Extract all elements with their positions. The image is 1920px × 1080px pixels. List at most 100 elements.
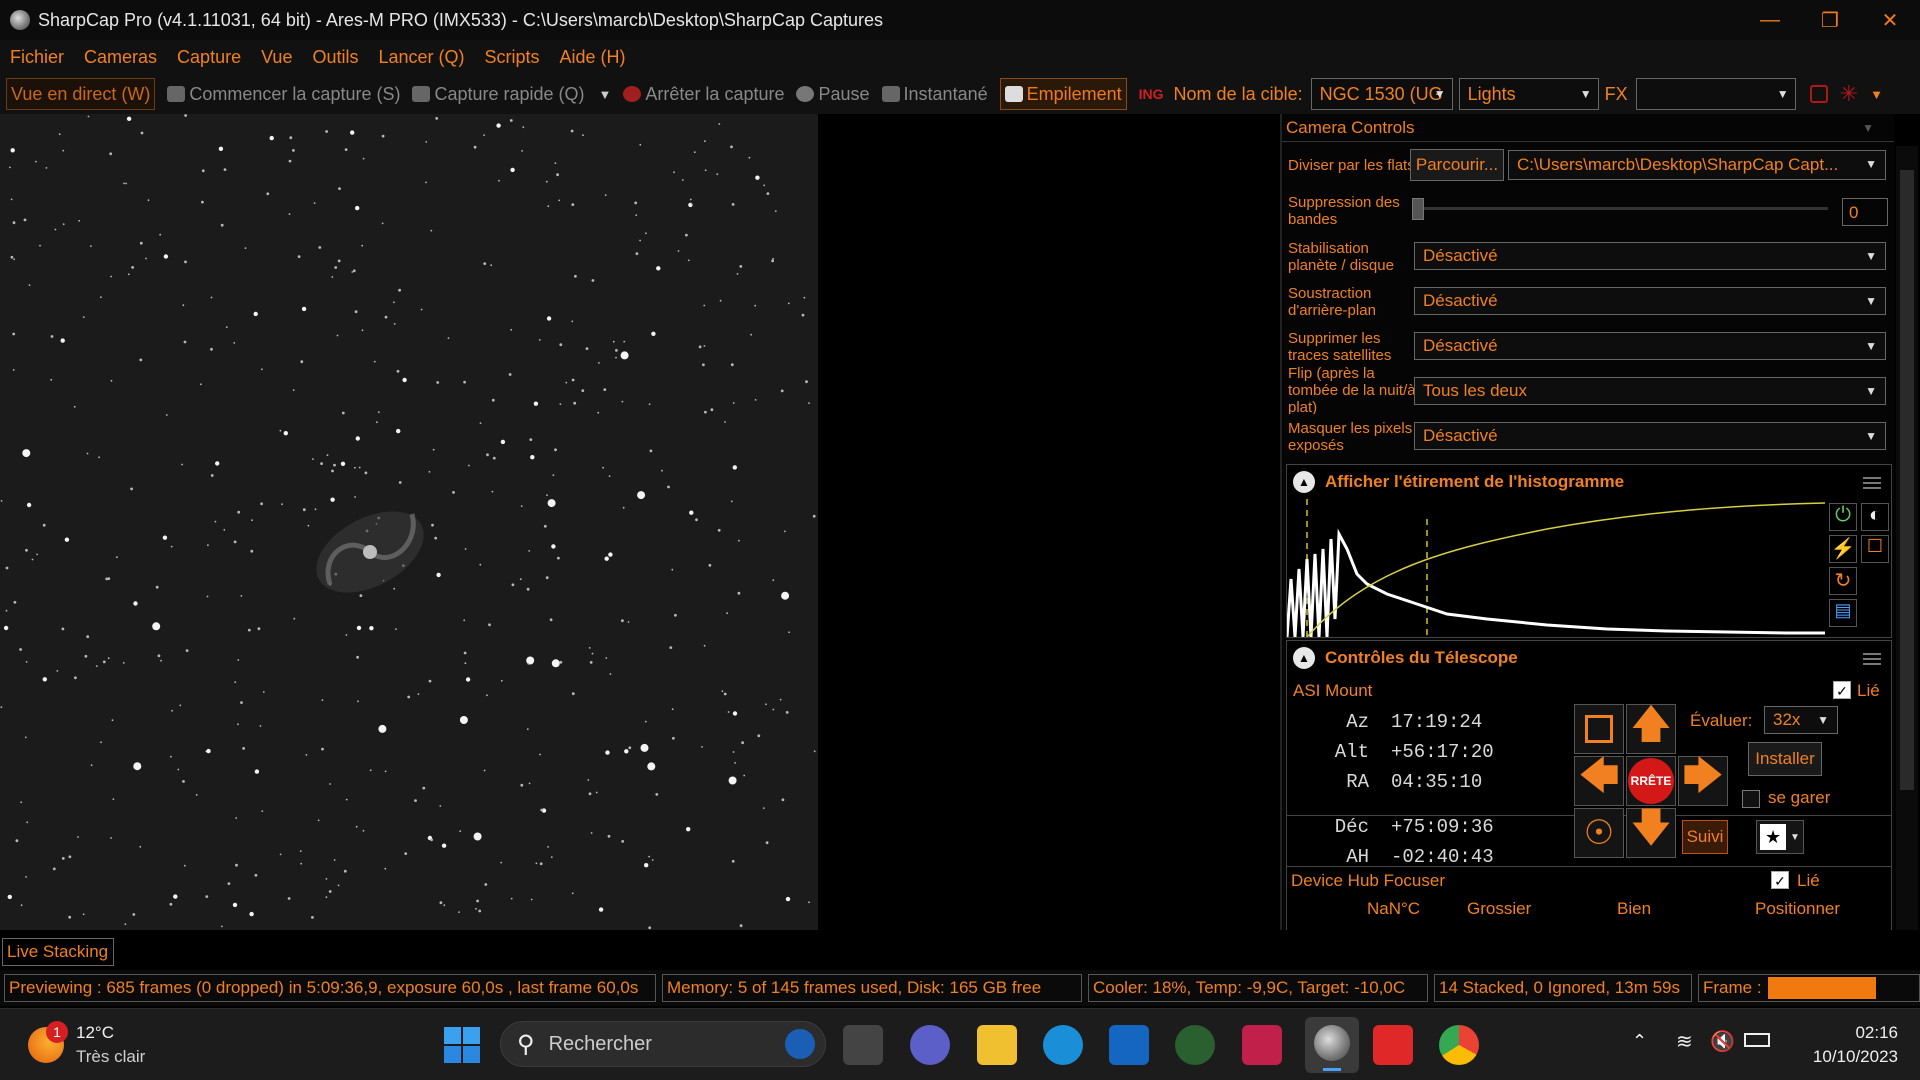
menu-scripts[interactable]: Scripts — [485, 47, 540, 68]
volume-muted-icon[interactable]: 🔇 — [1710, 1029, 1735, 1054]
mount-linked-checkbox[interactable]: ✓ — [1833, 681, 1851, 699]
menu-fichier[interactable]: Fichier — [10, 47, 64, 68]
chevron-down-icon[interactable]: ▼ — [1870, 87, 1883, 102]
edge-icon[interactable] — [1043, 1025, 1083, 1065]
astrophotography-tool-icon[interactable] — [1242, 1025, 1282, 1065]
battery-icon[interactable] — [1744, 1033, 1770, 1047]
quick-capture-label: Capture rapide (Q) — [434, 83, 585, 104]
background-dropdown[interactable]: Désactivé ▼ — [1414, 287, 1886, 315]
star — [621, 840, 625, 843]
banding-value-input[interactable]: 0 — [1842, 198, 1888, 226]
pause-button[interactable]: Pause — [796, 78, 870, 110]
windows-start-icon[interactable] — [442, 1025, 482, 1065]
star — [526, 587, 530, 591]
star — [343, 869, 347, 873]
quick-capture-button[interactable]: Capture rapide (Q) ▼ — [412, 78, 611, 110]
star — [628, 746, 632, 750]
star — [701, 746, 703, 748]
menu-lancer[interactable]: Lancer (Q) — [378, 47, 464, 68]
save-icon[interactable]: ▤ — [1829, 599, 1857, 627]
star — [35, 160, 37, 163]
arrow-up-icon[interactable]: 🡅 — [1626, 702, 1676, 754]
collapse-icon[interactable]: ▲ — [1293, 647, 1315, 669]
stabilization-dropdown[interactable]: Désactivé ▼ — [1414, 242, 1886, 270]
menu-icon[interactable] — [1863, 653, 1881, 665]
minimize-button[interactable]: — — [1740, 0, 1800, 40]
star — [133, 601, 138, 606]
tracking-button[interactable]: Suivi — [1682, 820, 1728, 854]
star — [771, 259, 774, 263]
menu-cameras[interactable]: Cameras — [84, 47, 157, 68]
power-icon[interactable]: ⏻ — [1829, 503, 1857, 531]
contrast-icon[interactable]: ◐ — [1861, 503, 1889, 531]
histogram-plot[interactable] — [1287, 499, 1827, 637]
restore-button[interactable]: ❐ — [1800, 0, 1860, 40]
target-icon[interactable]: ☉ — [1574, 808, 1624, 858]
rate-dropdown[interactable]: 32x ▼ — [1764, 706, 1838, 734]
phd2-icon[interactable] — [1175, 1025, 1215, 1065]
chevron-down-icon[interactable]: ▼ — [599, 87, 612, 102]
arrow-down-icon[interactable]: 🡇 — [1626, 806, 1676, 858]
close-button[interactable]: ✕ — [1860, 0, 1920, 40]
menu-outils[interactable]: Outils — [312, 47, 358, 68]
chevron-up-icon[interactable]: ⌃ — [1632, 1031, 1647, 1052]
microsoft-store-icon[interactable] — [1109, 1025, 1149, 1065]
chevron-down-icon[interactable]: ▼ — [1862, 121, 1874, 135]
stop-capture-button[interactable]: Arrêter la capture — [623, 78, 784, 110]
star — [86, 635, 90, 639]
arrow-left-icon[interactable]: 🡄 — [1574, 754, 1624, 806]
park-checkbox[interactable] — [1742, 790, 1760, 808]
install-button[interactable]: Installer — [1748, 742, 1822, 776]
panel-scrollbar[interactable] — [1896, 146, 1918, 930]
chrome-icon[interactable] — [1439, 1025, 1479, 1065]
sharpcap-taskbar-active[interactable] — [1305, 1017, 1359, 1073]
live-preview-image[interactable] — [0, 114, 818, 930]
flats-path-dropdown[interactable]: C:\Users\marcb\Desktop\SharpCap Capt... ▼ — [1508, 150, 1886, 180]
menu-capture[interactable]: Capture — [177, 47, 241, 68]
title-bar: SharpCap Pro (v4.1.11031, 64 bit) - Ares… — [0, 0, 1920, 40]
flip-dropdown[interactable]: Tous les deux ▼ — [1414, 377, 1886, 405]
file-explorer-icon[interactable] — [977, 1025, 1017, 1065]
record-icon[interactable] — [1809, 85, 1828, 103]
stacking-button[interactable]: Empilement — [999, 78, 1127, 110]
task-view-icon[interactable] — [843, 1025, 883, 1065]
menu-aide[interactable]: Aide (H) — [560, 47, 626, 68]
scrollbar-thumb[interactable] — [1900, 170, 1914, 790]
arrow-right-icon[interactable]: 🡆 — [1678, 754, 1728, 806]
wifi-icon[interactable]: ≋ — [1676, 1029, 1693, 1054]
star — [728, 776, 737, 785]
focuser-linked-checkbox[interactable]: ✓ — [1771, 871, 1789, 889]
reset-icon[interactable]: ↻ — [1829, 567, 1857, 595]
menu-vue[interactable]: Vue — [261, 47, 292, 68]
star — [307, 524, 310, 527]
collapse-icon[interactable]: ▲ — [1293, 471, 1315, 493]
live-view-button[interactable]: Vue en direct (W) — [6, 78, 156, 110]
tracking-rate-dropdown[interactable]: ★ ▼ — [1756, 820, 1804, 854]
live-stacking-tab[interactable]: Live Stacking — [2, 938, 114, 966]
fx-dropdown[interactable]: ▼ — [1635, 78, 1796, 110]
teams-chat-icon[interactable] — [910, 1025, 950, 1065]
anydesk-icon[interactable] — [1373, 1025, 1413, 1065]
frame-type-dropdown[interactable]: Lights ▼ — [1458, 78, 1599, 110]
start-capture-button[interactable]: Commencer la capture (S) — [167, 78, 400, 110]
clock-date[interactable]: 10/10/2023 — [1798, 1047, 1898, 1067]
banding-slider-thumb[interactable] — [1412, 198, 1424, 220]
star — [508, 373, 512, 376]
browse-button[interactable]: Parcourir... — [1410, 149, 1504, 181]
banding-slider[interactable] — [1418, 207, 1828, 210]
menu-icon[interactable] — [1863, 477, 1881, 489]
clock-time[interactable]: 02:16 — [1838, 1023, 1898, 1043]
satellite-dropdown[interactable]: Désactivé ▼ — [1414, 332, 1886, 360]
star — [724, 421, 726, 423]
snapshot-button[interactable]: Instantané — [881, 78, 988, 110]
taskbar-search-box[interactable]: ⚲ Rechercher — [500, 1021, 826, 1067]
star — [581, 389, 585, 392]
fits-icon[interactable]: ING — [1139, 86, 1164, 102]
target-name-dropdown[interactable]: NGC 1530 (UG ▼ — [1310, 78, 1453, 110]
reticle-icon[interactable]: ✳ — [1840, 81, 1858, 107]
bing-icon[interactable] — [785, 1029, 815, 1059]
lock-icon[interactable]: ☐ — [1861, 535, 1889, 563]
lightning-icon[interactable]: ⚡ — [1829, 535, 1857, 563]
star — [329, 783, 331, 785]
hotpixel-dropdown[interactable]: Désactivé ▼ — [1414, 422, 1886, 450]
